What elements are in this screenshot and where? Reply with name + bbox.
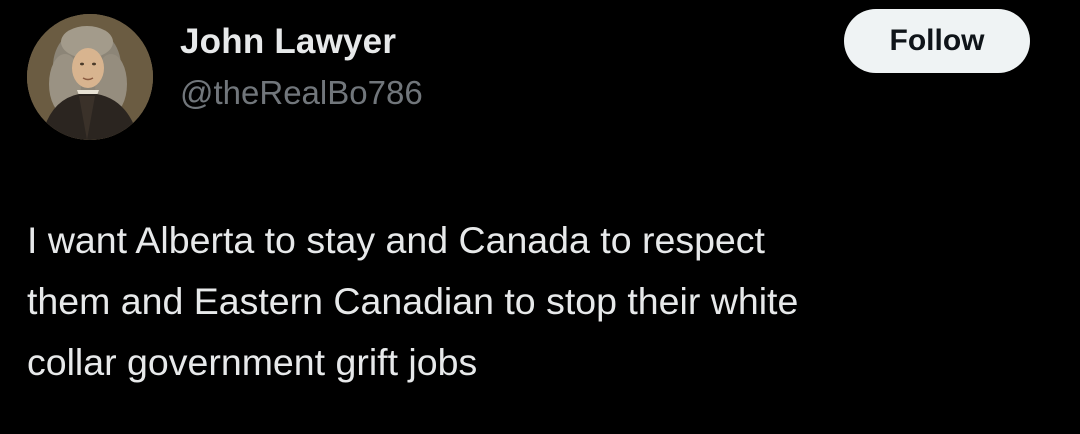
follow-button[interactable]: Follow: [844, 9, 1030, 73]
avatar[interactable]: [27, 14, 153, 140]
portrait-avatar-icon: [27, 14, 153, 140]
tweet-card: John Lawyer @theRealBo786 Follow I want …: [0, 0, 1080, 434]
author-display-name[interactable]: John Lawyer: [180, 22, 396, 62]
tweet-text: I want Alberta to stay and Canada to res…: [27, 219, 799, 383]
author-handle[interactable]: @theRealBo786: [180, 74, 423, 112]
